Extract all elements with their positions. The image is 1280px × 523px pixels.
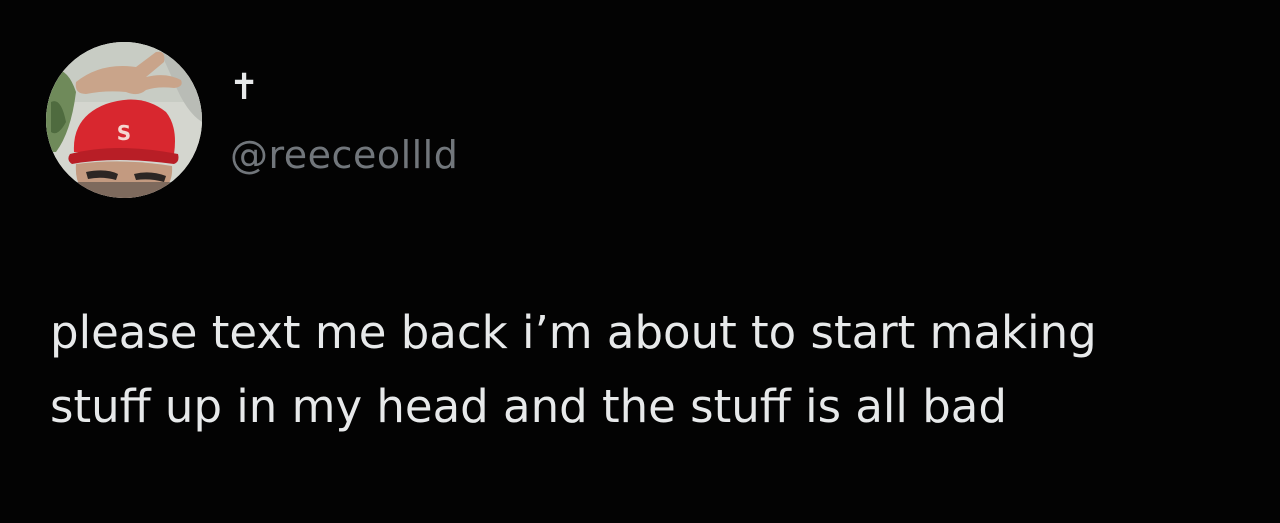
- display-name[interactable]: ✝: [229, 66, 259, 110]
- tweet-card: S ✝ @reeceollld please text me back i’m …: [0, 0, 1280, 523]
- profile-photo-icon: S: [46, 42, 202, 198]
- tweet-text: please text me back i’m about to start m…: [50, 306, 1097, 433]
- user-handle[interactable]: @reeceollld: [230, 132, 458, 178]
- svg-text:S: S: [117, 121, 131, 145]
- avatar[interactable]: S: [46, 42, 202, 198]
